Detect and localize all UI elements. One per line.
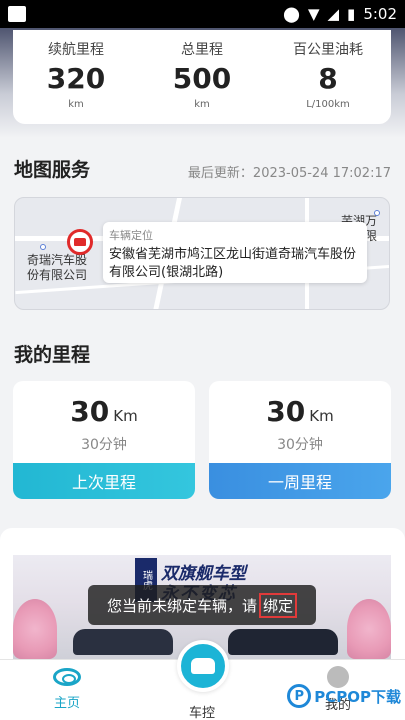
car-icon [191,658,215,674]
tab-home[interactable]: 主页 [27,660,107,711]
stat-unit: km [194,99,210,110]
stat-label: 百公里油耗 [293,42,363,58]
battery-icon: ▮ [347,5,356,23]
mileage-section-title: 我的里程 [14,344,91,366]
trip-distance: 30 [70,395,110,428]
cherry-blossom-tree [13,599,57,659]
trip-duration: 30分钟 [81,437,127,453]
watermark: P PCPOP下载 [287,684,401,708]
trip-unit: Km [309,407,334,425]
vehicle-location-tooltip: 车辆定位 安徽省芜湖市鸠江区龙山街道奇瑞汽车股份有限公司(银湖北路) [103,222,367,283]
signal-icon: ◢ [327,5,340,23]
stat-range: 续航里程 320 km [13,30,139,124]
stat-label: 总里程 [181,42,223,58]
last-trip-card[interactable]: 30 Km 30分钟 上次里程 [13,381,195,499]
stat-unit: L/100km [306,99,350,110]
status-bar: ⬤ ▼ ◢ ▮ 5:02 [0,0,405,28]
stats-card: 续航里程 320 km 总里程 500 km 百公里油耗 8 L/100km [13,30,391,124]
stat-unit: km [68,99,84,110]
cherry-blossom-tree [347,599,391,659]
bind-link[interactable]: 绑定 [259,592,298,618]
bind-vehicle-toast: 您当前未绑定车辆，请 绑定 [88,585,316,625]
tab-home-label: 主页 [53,696,80,711]
wifi-icon: ▼ [307,5,320,23]
status-time: 5:02 [363,5,397,23]
chery-logo-icon [53,668,81,686]
location-icon: ⬤ [283,5,300,23]
tooltip-address: 安徽省芜湖市鸠江区龙山街道奇瑞汽车股份有限公司(银湖北路) [109,247,357,280]
tab-control-label: 车控 [188,706,215,720]
week-trip-button[interactable]: 一周里程 [209,463,391,499]
week-trip-card[interactable]: 30 Km 30分钟 一周里程 [209,381,391,499]
trip-unit: Km [113,407,138,425]
map-poi-label: 奇瑞汽车股份有限公司 [27,253,88,282]
stat-value: 8 [318,62,338,95]
car-image [73,629,173,655]
stat-value: 320 [46,62,106,95]
last-trip-button[interactable]: 上次里程 [13,463,195,499]
notification-icon [8,6,26,22]
toast-text: 您当前未绑定车辆，请 [106,596,257,615]
last-update-text: 最后更新：2023-05-24 17:02:17 [187,166,391,181]
vehicle-location-pin[interactable] [67,229,93,255]
car-icon [74,238,86,246]
map-section-title: 地图服务 [14,159,91,181]
stat-label: 续航里程 [48,42,104,58]
tooltip-title: 车辆定位 [109,229,153,242]
trip-distance: 30 [266,395,306,428]
watermark-text: PCPOP下载 [314,687,401,706]
watermark-logo: P [287,684,312,708]
stat-total-mileage: 总里程 500 km [139,30,265,124]
trip-duration: 30分钟 [277,437,323,453]
vehicle-control-button[interactable] [177,640,229,692]
stat-value: 500 [172,62,232,95]
map-poi-dot [40,244,46,250]
stat-fuel-consumption: 百公里油耗 8 L/100km [265,30,391,124]
car-image [228,629,338,655]
map-poi-dot [374,210,380,216]
